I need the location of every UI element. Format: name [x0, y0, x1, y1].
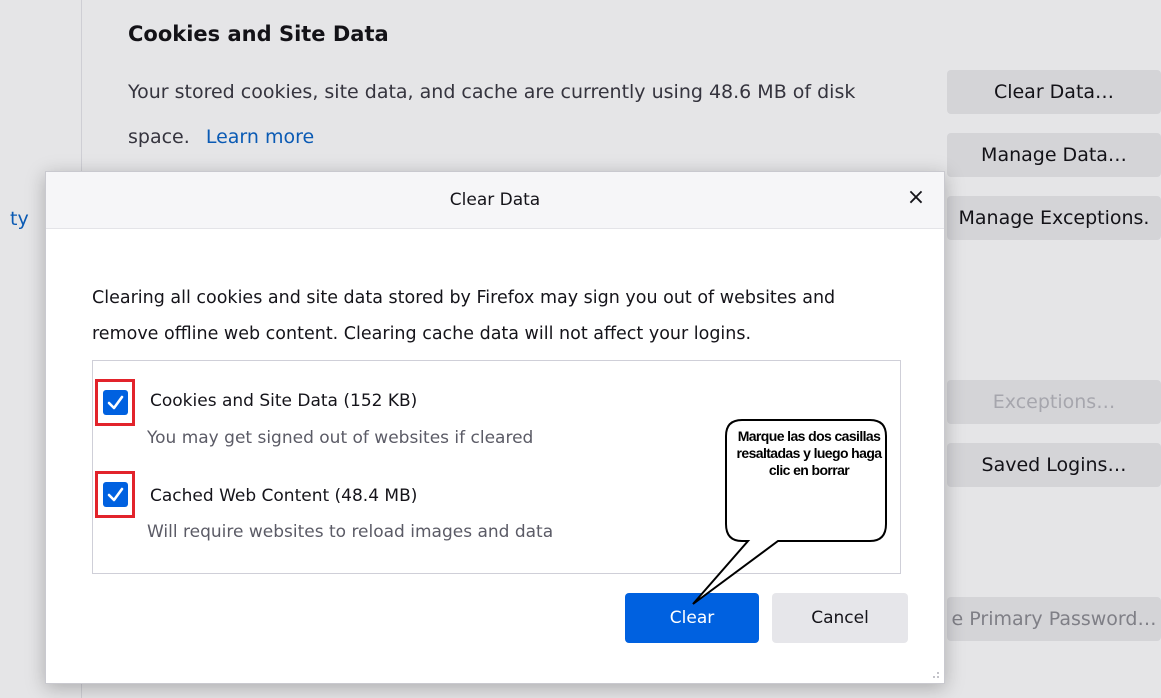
callout-bubble — [692, 419, 887, 605]
callout-text: Marque las dos casillas resaltadas y lue… — [736, 428, 883, 478]
